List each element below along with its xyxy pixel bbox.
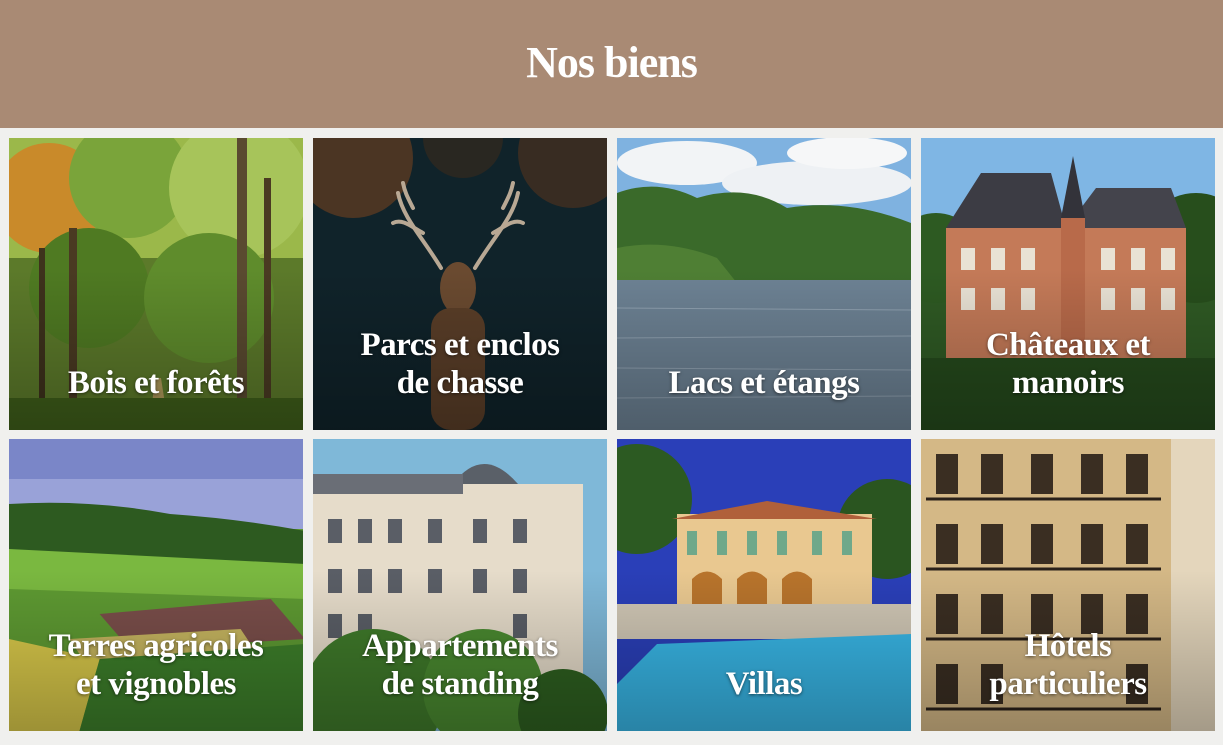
tile-label: Châteaux et manoirs <box>985 327 1151 401</box>
tile-label: Villas <box>725 666 803 702</box>
category-tile-forests[interactable]: Bois et forêts <box>9 138 303 430</box>
tile-label: Lacs et étangs <box>668 365 860 401</box>
page-title: Nos biens <box>526 37 698 87</box>
category-tile-mansions[interactable]: Hôtels particuliers <box>921 439 1215 731</box>
tile-label: Hôtels particuliers <box>989 628 1147 702</box>
tile-label: Bois et forêts <box>67 365 245 401</box>
page-header: Nos biens <box>0 0 1223 128</box>
category-tile-farmland[interactable]: Terres agricoles et vignobles <box>9 439 303 731</box>
category-tile-lakes[interactable]: Lacs et étangs <box>617 138 911 430</box>
category-tile-chateaux[interactable]: Châteaux et manoirs <box>921 138 1215 430</box>
category-tile-villas[interactable]: Villas <box>617 439 911 731</box>
tile-label: Terres agricoles et vignobles <box>48 628 264 702</box>
category-tile-apartments[interactable]: Appartements de standing <box>313 439 607 731</box>
property-categories-grid: Bois et forêts Parcs et enclos de chasse <box>9 138 1215 731</box>
tile-label: Parcs et enclos de chasse <box>360 327 561 401</box>
category-tile-hunting-parks[interactable]: Parcs et enclos de chasse <box>313 138 607 430</box>
tile-label: Appartements de standing <box>362 628 558 702</box>
